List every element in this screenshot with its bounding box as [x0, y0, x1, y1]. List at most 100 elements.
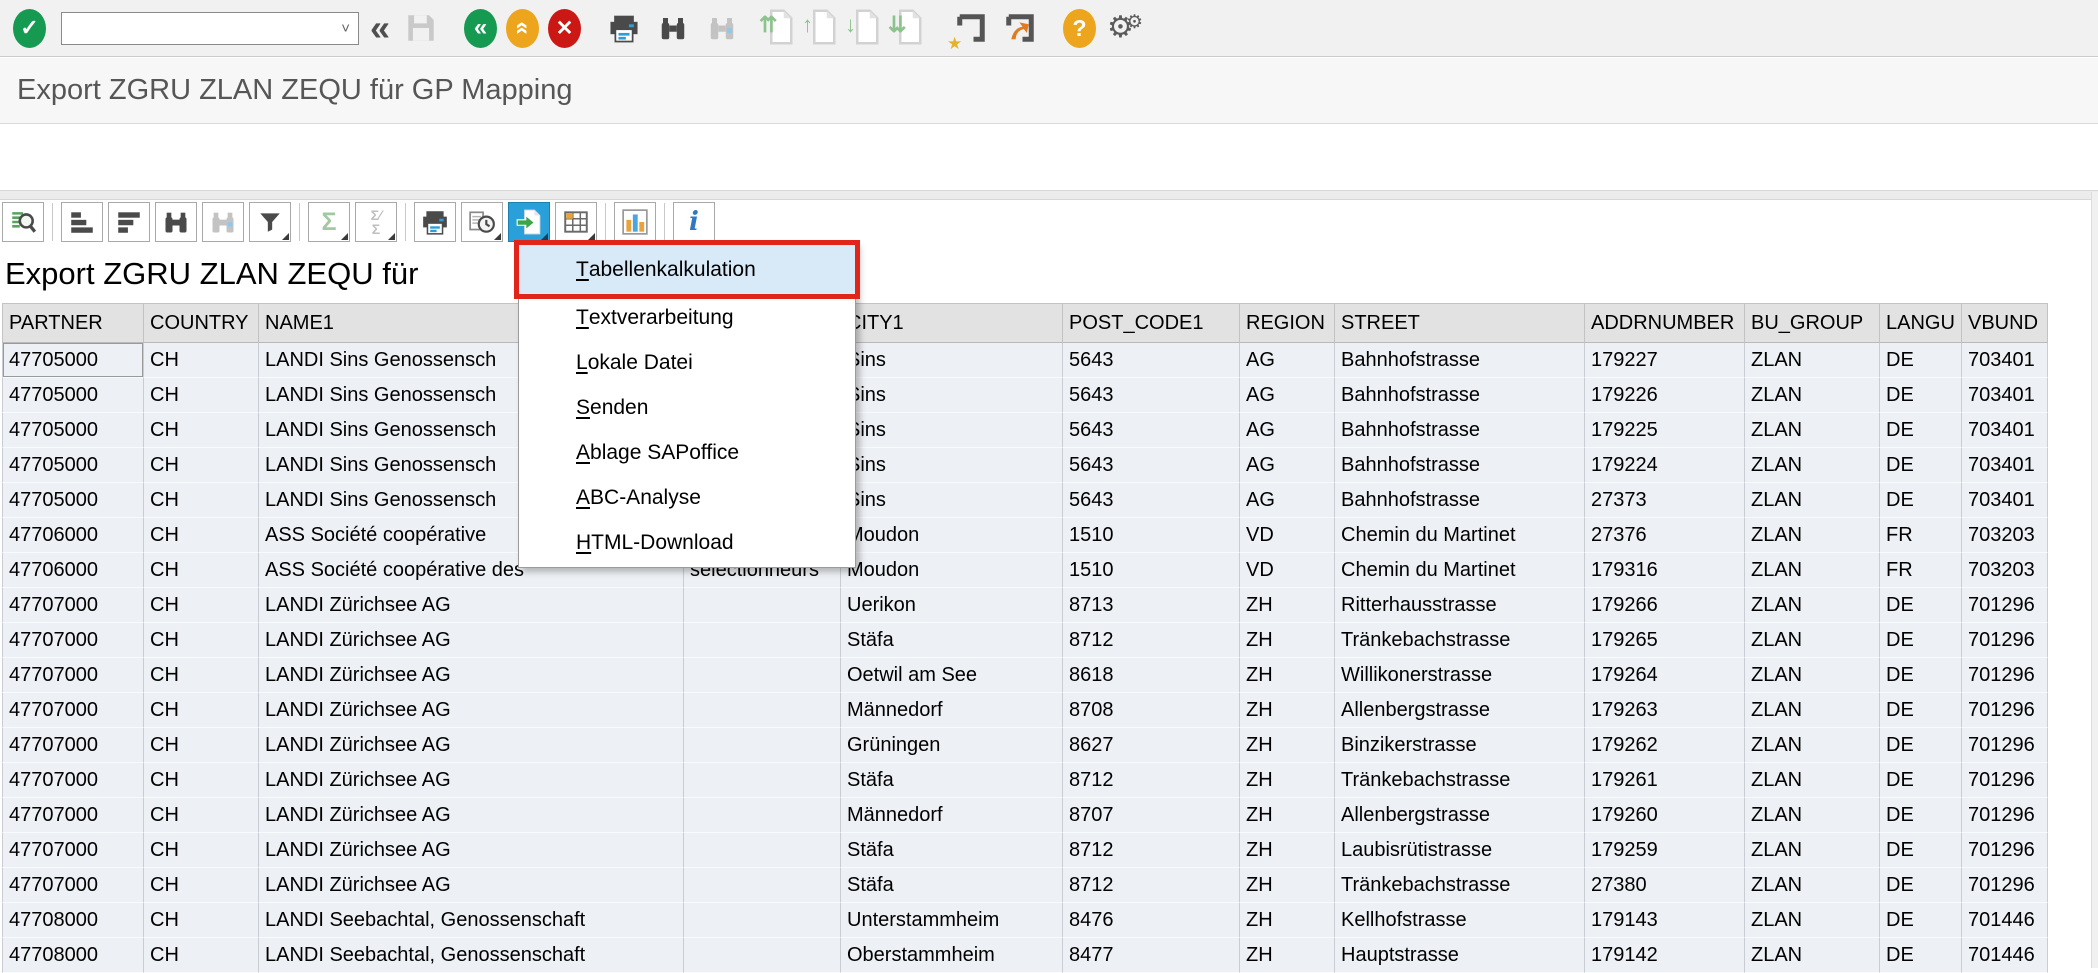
- cell[interactable]: Sins: [841, 378, 1063, 413]
- cell[interactable]: 47705000: [2, 413, 144, 448]
- cell[interactable]: 27376: [1585, 518, 1745, 553]
- cell[interactable]: 47707000: [2, 623, 144, 658]
- column-header-bu_group[interactable]: BU_GROUP: [1745, 303, 1880, 343]
- cell[interactable]: 701296: [1962, 588, 2048, 623]
- cell[interactable]: FR: [1880, 518, 1962, 553]
- cell[interactable]: ZH: [1240, 693, 1335, 728]
- cell[interactable]: ZLAN: [1745, 693, 1880, 728]
- cell[interactable]: 8712: [1063, 623, 1240, 658]
- cell[interactable]: 8476: [1063, 903, 1240, 938]
- cell[interactable]: Chemin du Martinet: [1335, 518, 1585, 553]
- cancel-button[interactable]: ✕: [548, 9, 581, 48]
- cell[interactable]: ZH: [1240, 658, 1335, 693]
- cell[interactable]: DE: [1880, 903, 1962, 938]
- cell[interactable]: LANDI Zürichsee AG: [259, 798, 684, 833]
- cell[interactable]: 27373: [1585, 483, 1745, 518]
- cell[interactable]: [684, 903, 841, 938]
- print-button[interactable]: [604, 6, 644, 50]
- cell[interactable]: Uerikon: [841, 588, 1063, 623]
- cell[interactable]: DE: [1880, 798, 1962, 833]
- cell[interactable]: 8712: [1063, 833, 1240, 868]
- cell[interactable]: CH: [144, 553, 259, 588]
- hide-toolbar-icon[interactable]: «: [370, 10, 390, 46]
- cell[interactable]: ZLAN: [1745, 868, 1880, 903]
- choose-layout-button[interactable]: [555, 202, 597, 242]
- cell[interactable]: DE: [1880, 588, 1962, 623]
- last-page-button[interactable]: ⇊: [894, 8, 928, 48]
- cell[interactable]: ZH: [1240, 868, 1335, 903]
- cell[interactable]: 179224: [1585, 448, 1745, 483]
- cell[interactable]: Allenbergstrasse: [1335, 693, 1585, 728]
- find-button[interactable]: [653, 6, 693, 50]
- cell[interactable]: [684, 623, 841, 658]
- new-session-button[interactable]: ★: [951, 6, 991, 50]
- cell[interactable]: 179266: [1585, 588, 1745, 623]
- cell[interactable]: 47707000: [2, 728, 144, 763]
- cell[interactable]: LANDI Zürichsee AG: [259, 588, 684, 623]
- cell[interactable]: 8713: [1063, 588, 1240, 623]
- cell[interactable]: 179260: [1585, 798, 1745, 833]
- save-button[interactable]: [401, 6, 441, 50]
- cell[interactable]: Moudon: [841, 518, 1063, 553]
- cell[interactable]: ZLAN: [1745, 553, 1880, 588]
- cell[interactable]: 179265: [1585, 623, 1745, 658]
- sum-button[interactable]: Σ: [308, 202, 350, 242]
- cell[interactable]: 703203: [1962, 553, 2048, 588]
- cell[interactable]: Kellhofstrasse: [1335, 903, 1585, 938]
- cell[interactable]: DE: [1880, 868, 1962, 903]
- cell[interactable]: 701296: [1962, 798, 2048, 833]
- create-shortcut-button[interactable]: [1000, 6, 1040, 50]
- export-button[interactable]: [508, 202, 550, 242]
- cell[interactable]: 5643: [1063, 483, 1240, 518]
- cell[interactable]: VD: [1240, 518, 1335, 553]
- find-next-button[interactable]: [702, 6, 742, 50]
- sort-descending-button[interactable]: [108, 202, 150, 242]
- cell[interactable]: DE: [1880, 413, 1962, 448]
- cell[interactable]: 703401: [1962, 413, 2048, 448]
- cell[interactable]: ZLAN: [1745, 728, 1880, 763]
- column-header-country[interactable]: COUNTRY: [144, 303, 259, 343]
- command-field[interactable]: ˅: [61, 12, 359, 45]
- cell[interactable]: 179261: [1585, 763, 1745, 798]
- cell[interactable]: CH: [144, 868, 259, 903]
- cell[interactable]: 47707000: [2, 763, 144, 798]
- column-header-street[interactable]: STREET: [1335, 303, 1585, 343]
- cell[interactable]: 1510: [1063, 553, 1240, 588]
- cell[interactable]: ZLAN: [1745, 518, 1880, 553]
- cell[interactable]: 701296: [1962, 693, 2048, 728]
- cell[interactable]: Männedorf: [841, 798, 1063, 833]
- cell[interactable]: DE: [1880, 833, 1962, 868]
- cell[interactable]: Allenbergstrasse: [1335, 798, 1585, 833]
- cell[interactable]: CH: [144, 343, 259, 378]
- cell[interactable]: 8618: [1063, 658, 1240, 693]
- column-header-vbund[interactable]: VBUND: [1962, 303, 2048, 343]
- export-menu-item-abc-analyse[interactable]: ABC-Analyse: [519, 475, 855, 520]
- cell[interactable]: CH: [144, 658, 259, 693]
- graphics-button[interactable]: [614, 202, 656, 242]
- cell[interactable]: 5643: [1063, 343, 1240, 378]
- cell[interactable]: DE: [1880, 343, 1962, 378]
- cell[interactable]: 179225: [1585, 413, 1745, 448]
- cell[interactable]: 179227: [1585, 343, 1745, 378]
- column-header-langu[interactable]: LANGU: [1880, 303, 1962, 343]
- cell[interactable]: CH: [144, 693, 259, 728]
- cell[interactable]: Bahnhofstrasse: [1335, 448, 1585, 483]
- cell[interactable]: LANDI Zürichsee AG: [259, 658, 684, 693]
- cell[interactable]: CH: [144, 903, 259, 938]
- cell[interactable]: LANDI Zürichsee AG: [259, 693, 684, 728]
- cell[interactable]: 47707000: [2, 693, 144, 728]
- cell[interactable]: Tränkebachstrasse: [1335, 868, 1585, 903]
- cell[interactable]: ZLAN: [1745, 623, 1880, 658]
- cell[interactable]: 47707000: [2, 588, 144, 623]
- cell[interactable]: 701296: [1962, 658, 2048, 693]
- cell[interactable]: ZLAN: [1745, 448, 1880, 483]
- cell[interactable]: Männedorf: [841, 693, 1063, 728]
- cell[interactable]: 1510: [1063, 518, 1240, 553]
- cell[interactable]: FR: [1880, 553, 1962, 588]
- cell[interactable]: [684, 868, 841, 903]
- cell[interactable]: 5643: [1063, 413, 1240, 448]
- cell[interactable]: DE: [1880, 623, 1962, 658]
- cell[interactable]: LANDI Zürichsee AG: [259, 728, 684, 763]
- cell[interactable]: Oetwil am See: [841, 658, 1063, 693]
- cell[interactable]: 47707000: [2, 798, 144, 833]
